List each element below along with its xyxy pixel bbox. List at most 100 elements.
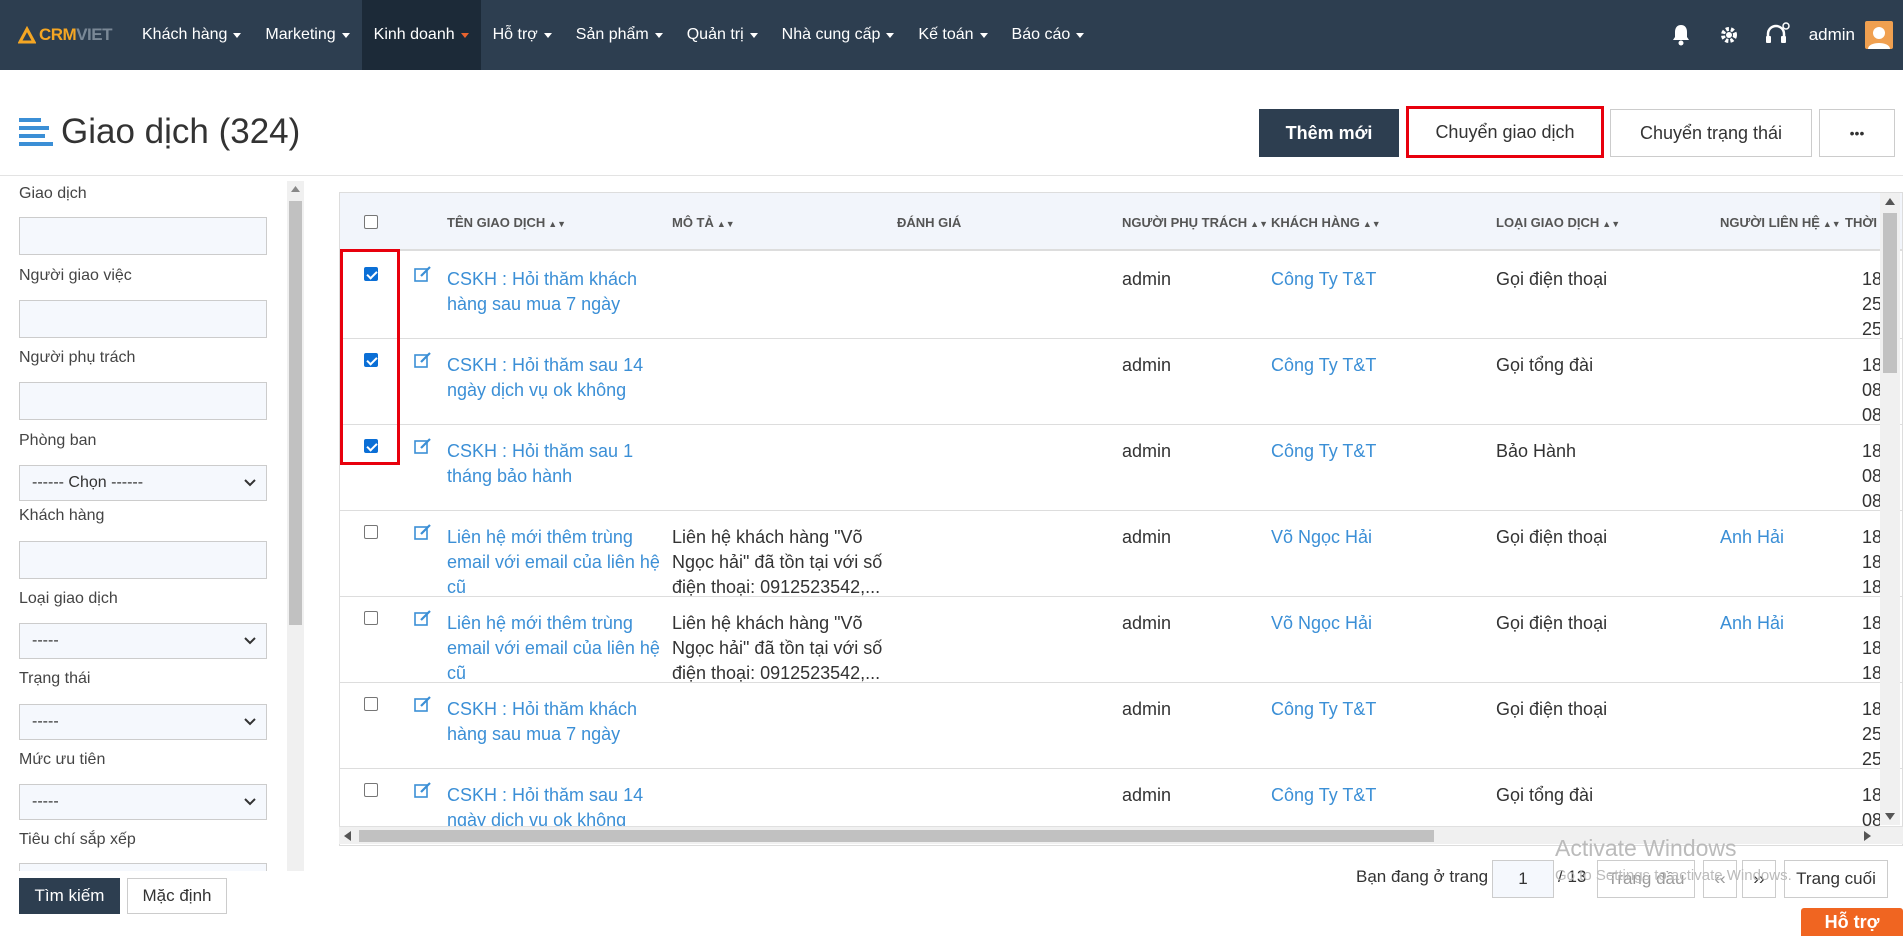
change-status-button[interactable]: Chuyển trạng thái (1610, 109, 1812, 157)
customer-link[interactable]: Công Ty T&T (1271, 783, 1376, 808)
transaction-name-line: CSKH : Hỏi thăm sau 14 (447, 785, 644, 805)
filter-label-status: Trạng thái (19, 670, 91, 687)
chevron-down-icon (244, 798, 256, 806)
customer-link[interactable]: Công Ty T&T (1271, 353, 1376, 378)
edit-icon[interactable] (414, 695, 432, 713)
nav-item-6[interactable]: Nhà cung cấp (770, 0, 907, 70)
customer-link[interactable]: Võ Ngọc Hải (1271, 611, 1372, 636)
transaction-type-text: Gọi điện thoại (1496, 527, 1608, 547)
transaction-name-link[interactable]: CSKH : Hỏi thăm sau 1 tháng bảo hành (447, 439, 633, 489)
table-row[interactable]: CSKH : Hỏi thăm sau 1 tháng bảo hành admin… (340, 425, 1902, 511)
customer-link[interactable]: Công Ty T&T (1271, 697, 1376, 722)
col-owner[interactable]: NGƯỜI PHỤ TRÁCH ▲▼ (1122, 215, 1268, 230)
crmviet-logo[interactable]: CRM VIET (18, 25, 130, 45)
transaction-name-line: Liên hệ mới thêm trùng (447, 613, 633, 633)
description-line: Ngọc hải" đã tồn tại với số (672, 552, 883, 572)
filter-priority-select[interactable]: ----- (19, 784, 267, 820)
nav-item-label: Báo cáo (1011, 26, 1071, 43)
nav-item-7[interactable]: Kế toán (906, 0, 999, 70)
table-row[interactable]: Liên hệ mới thêm trùng email với email củ… (340, 511, 1902, 600)
transaction-name-line: CSKH : Hỏi thăm khách (447, 699, 638, 719)
reset-button[interactable]: Mặc định (127, 878, 227, 914)
nav-item-3[interactable]: Hỗ trợ (481, 0, 564, 70)
edit-icon[interactable] (414, 351, 432, 369)
logo-icon (18, 26, 36, 44)
row-checkbox[interactable] (364, 697, 378, 711)
table-row[interactable]: CSKH : Hỏi thăm sau 14 ngày dịch vụ ok kh… (340, 339, 1902, 425)
customer-link[interactable]: Công Ty T&T (1271, 267, 1376, 292)
caret-down-icon (1076, 32, 1085, 38)
transaction-type-text: Gọi điện thoại (1496, 699, 1608, 719)
nav-item-8[interactable]: Báo cáo (1000, 0, 1097, 70)
transfer-transaction-button[interactable]: Chuyển giao dịch (1406, 106, 1604, 158)
row-checkbox[interactable] (364, 525, 378, 539)
nav-item-label: Kế toán (918, 26, 974, 43)
filter-label-assigner: Người giao việc (19, 267, 132, 284)
transaction-name-link[interactable]: Liên hệ mới thêm trùng email với email củ… (447, 525, 660, 600)
customer-link[interactable]: Võ Ngọc Hải (1271, 525, 1372, 550)
add-new-button[interactable]: Thêm mới (1259, 109, 1399, 157)
headset-icon[interactable] (1753, 0, 1801, 70)
transaction-name-link[interactable]: CSKH : Hỏi thăm sau 14 ngày dịch vụ ok kh… (447, 353, 643, 403)
sidebar-scrollbar[interactable] (287, 181, 304, 871)
nav-item-label: Kinh doanh (373, 26, 455, 43)
table-vertical-scrollbar[interactable] (1880, 193, 1900, 825)
table-row[interactable]: CSKH : Hỏi thăm khách hàng sau mua 7 ngày… (340, 253, 1902, 339)
transaction-name-line: ngày dịch vụ ok không (447, 380, 627, 400)
contact-link[interactable]: Anh Hải (1720, 611, 1784, 636)
edit-icon[interactable] (414, 609, 432, 627)
edit-icon[interactable] (414, 523, 432, 541)
support-button[interactable]: Hỗ trợ (1801, 908, 1903, 936)
description-text: Liên hệ khách hàng "Võ Ngọc hải" đã tồn t… (672, 525, 882, 600)
contact-link[interactable]: Anh Hải (1720, 525, 1784, 550)
filter-type-select[interactable]: ----- (19, 623, 267, 659)
col-name[interactable]: TÊN GIAO DỊCH ▲▼ (447, 215, 566, 230)
table-row[interactable]: Liên hệ mới thêm trùng email với email củ… (340, 597, 1902, 686)
edit-icon[interactable] (414, 437, 432, 455)
filter-status-select[interactable]: ----- (19, 704, 267, 740)
row-checkbox[interactable] (364, 783, 378, 797)
edit-icon[interactable] (414, 265, 432, 283)
col-type[interactable]: LOẠI GIAO DỊCH ▲▼ (1496, 215, 1620, 230)
last-page-button[interactable]: Trang cuối (1784, 860, 1888, 898)
avatar[interactable] (1865, 21, 1893, 49)
filter-assigner-input[interactable] (19, 300, 267, 338)
main-menu: Khách hàng Marketing Kinh doanh Hỗ trợ Sản p… (130, 0, 1096, 70)
page-number-input[interactable]: 1 (1492, 860, 1554, 898)
activate-windows-subtitle: Go to Settings to activate Windows. (1555, 867, 1792, 884)
table-row[interactable]: CSKH : Hỏi thăm khách hàng sau mua 7 ngày… (340, 683, 1902, 769)
nav-item-0[interactable]: Khách hàng (130, 0, 253, 70)
caret-down-icon (341, 32, 350, 38)
nav-item-2[interactable]: Kinh doanh (361, 0, 481, 70)
row-checkbox[interactable] (364, 611, 378, 625)
gear-icon[interactable] (1705, 0, 1753, 70)
col-time[interactable]: THỜI (1845, 215, 1877, 230)
customer-link[interactable]: Công Ty T&T (1271, 439, 1376, 464)
filter-transaction-input[interactable] (19, 217, 267, 255)
transaction-name-link[interactable]: Liên hệ mới thêm trùng email với email củ… (447, 611, 660, 686)
table-header: TÊN GIAO DỊCH ▲▼ MÔ TẢ ▲▼ ĐÁNH GIÁ NGƯỜI P… (340, 193, 1902, 251)
chevron-down-icon (244, 637, 256, 645)
transaction-name-link[interactable]: CSKH : Hỏi thăm khách hàng sau mua 7 ngày (447, 267, 637, 317)
user-name[interactable]: admin (1809, 25, 1855, 45)
filter-sort-select[interactable] (19, 863, 267, 871)
nav-item-label: Hỗ trợ (492, 26, 538, 43)
edit-icon[interactable] (414, 781, 432, 799)
select-all-checkbox[interactable] (364, 215, 378, 229)
col-desc[interactable]: MÔ TẢ ▲▼ (672, 215, 735, 230)
more-button[interactable]: ••• (1819, 109, 1895, 157)
nav-item-5[interactable]: Quản trị (675, 0, 770, 70)
transaction-name-link[interactable]: CSKH : Hỏi thăm khách hàng sau mua 7 ngày (447, 697, 637, 747)
col-contact[interactable]: NGƯỜI LIÊN HỆ ▲▼ (1720, 215, 1841, 230)
bell-icon[interactable] (1657, 0, 1705, 70)
col-rating[interactable]: ĐÁNH GIÁ (897, 215, 961, 230)
nav-item-4[interactable]: Sản phẩm (564, 0, 675, 70)
filter-owner-input[interactable] (19, 382, 267, 420)
col-customer[interactable]: KHÁCH HÀNG ▲▼ (1271, 215, 1381, 230)
filter-department-select[interactable]: ------ Chọn ------ (19, 465, 267, 501)
nav-item-1[interactable]: Marketing (253, 0, 361, 70)
caret-down-icon (233, 32, 242, 38)
transaction-type-text: Gọi điện thoại (1496, 269, 1608, 289)
filter-customer-input[interactable] (19, 541, 267, 579)
search-button[interactable]: Tìm kiếm (19, 878, 120, 914)
